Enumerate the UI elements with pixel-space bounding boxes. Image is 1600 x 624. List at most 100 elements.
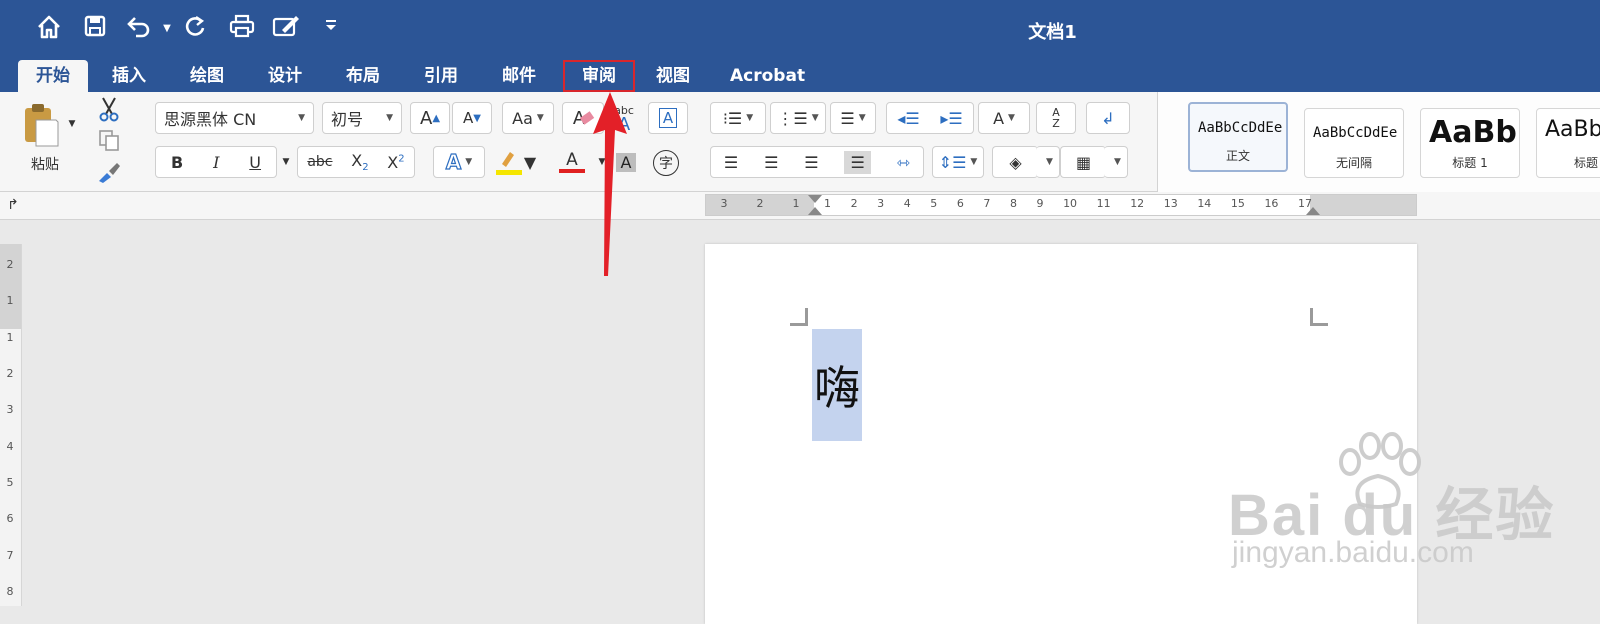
style-sample: AaBb( [1429,115,1519,150]
ruler-number: 5 [930,197,938,210]
selected-text[interactable]: 嗨 [812,329,862,441]
multilevel-list-button[interactable]: ☰ ▼ [830,102,876,134]
multilevel-list-icon: ☰ [840,108,855,128]
style-heading-1[interactable]: AaBb( 标题 1 [1420,108,1520,178]
line-spacing-icon: ⇕☰ [938,152,967,172]
sort-button[interactable]: AZ [1036,102,1076,134]
style-title[interactable]: AaBb 标题 [1536,108,1600,178]
shrink-font-icon: A [463,109,474,127]
subscript-button[interactable]: X2 [351,151,368,173]
bold-button[interactable]: B [171,153,183,172]
justify-icon[interactable]: ☰ [844,150,871,174]
strikethrough-button[interactable]: abc [307,154,332,170]
tab-home[interactable]: 开始 [18,60,88,92]
paw-icon [1339,432,1421,509]
style-normal[interactable]: AaBbCcDdEe 正文 [1188,102,1288,172]
borders-dropdown-icon[interactable]: ▼ [1104,146,1128,178]
paste-label[interactable]: 粘贴 [20,154,70,174]
chevron-down-icon: ▼ [386,113,393,123]
paste-dropdown-icon[interactable]: ▼ [64,116,80,132]
style-name: 标题 1 [1452,156,1488,170]
vertical-ruler-number: 3 [6,403,14,417]
text-direction-button[interactable]: A ▼ [978,102,1030,134]
line-spacing-button[interactable]: ⇕☰ ▼ [932,146,984,178]
tab-insert[interactable]: 插入 [96,60,162,92]
font-name-value: 思源黑体 CN [164,110,257,129]
font-size-select[interactable]: 初号 ▼ [322,102,402,134]
tab-acrobat[interactable]: Acrobat [716,60,816,92]
horizontal-ruler-bar: ↱ 321 1 2 3 4 5 6 7 8 9 10 11 12 13 14 15 16 17 [0,192,1600,220]
align-right-icon[interactable]: ☰ [804,153,818,172]
vertical-ruler-number: 2 [6,366,14,380]
text-effects-button[interactable]: A ▼ [433,146,485,178]
paragraph-mark-icon: ↲ [1101,108,1115,128]
ruler-right-numbers: 1 2 3 4 5 6 7 8 9 10 11 12 13 14 15 16 17 [824,197,1312,211]
ruler-number: 1 [792,197,800,210]
numbering-button[interactable]: ⋮☰ ▼ [770,102,826,134]
ruler-number: 8 [1009,197,1017,210]
italic-button[interactable]: I [213,153,219,172]
text-effects-icon: A [445,149,462,174]
character-border-icon: A [658,108,678,128]
alignment-group: ☰ ☰ ☰ ☰ ⇿ [710,146,924,178]
highlight-color-button[interactable]: ▼ [490,146,540,178]
underline-dropdown-icon[interactable]: ▼ [279,154,293,170]
shading-dropdown-icon[interactable]: ▼ [1036,146,1060,178]
tab-layout[interactable]: 布局 [330,60,396,92]
copy-icon[interactable] [96,128,122,152]
ruler-number: 11 [1096,197,1111,210]
underline-button[interactable]: U [249,153,261,172]
ruler-number: 13 [1163,197,1178,210]
borders-button[interactable]: ▦ [1060,146,1106,178]
decrease-indent-icon[interactable]: ◂☰ [897,109,919,128]
title-bar: ▼ 文档1 [0,0,1600,60]
enclose-characters-button[interactable]: 字 [650,148,682,178]
grow-font-button[interactable]: A ▲ [410,102,450,134]
style-no-spacing[interactable]: AaBbCcDdEe 无间隔 [1304,108,1404,178]
tab-view[interactable]: 视图 [640,60,706,92]
increase-indent-icon[interactable]: ▸☰ [940,109,962,128]
ruler-number: 12 [1130,197,1145,210]
subscript-x: X [351,150,363,170]
indent-group: ◂☰ ▸☰ [886,102,974,134]
tab-selector-icon[interactable]: ↱ [4,196,22,214]
superscript-x: X [387,152,399,172]
vertical-ruler-number: 5 [6,475,14,489]
align-center-icon[interactable]: ☰ [764,153,778,172]
vertical-ruler[interactable]: 2 1 1 2 3 4 5 6 7 8 [0,244,22,606]
format-painter-icon[interactable] [96,160,122,184]
vertical-ruler-number: 8 [6,584,14,598]
show-formatting-button[interactable]: ↲ [1086,102,1130,134]
ribbon-home: ▼ 粘贴 思源黑体 CN▼ 初号▼ A▲ A▼ Aa▼ A abcA A B I… [0,92,1600,192]
ruler-number: 6 [956,197,964,210]
tab-draw[interactable]: 绘图 [174,60,240,92]
change-case-button[interactable]: Aa ▼ [502,102,554,134]
bullets-button[interactable]: ⁝☰ ▼ [710,102,766,134]
first-line-indent-marker[interactable] [808,195,822,203]
vertical-ruler-number: 4 [6,439,14,453]
tab-references[interactable]: 引用 [408,60,474,92]
vertical-ruler-numbers: 2 1 1 2 3 4 5 6 7 8 [2,258,18,598]
change-case-icon: Aa [512,108,533,128]
font-color-icon: A [566,150,578,170]
tab-mailings[interactable]: 邮件 [486,60,552,92]
align-left-icon[interactable]: ☰ [724,153,738,172]
shrink-font-button[interactable]: A ▼ [452,102,492,134]
superscript-button[interactable]: X2 [387,153,404,172]
hanging-indent-marker[interactable] [808,207,822,215]
tab-design[interactable]: 设计 [252,60,318,92]
cut-icon[interactable] [96,96,122,122]
character-border-button[interactable]: A [648,102,688,134]
horizontal-ruler[interactable]: 321 1 2 3 4 5 6 7 8 9 10 11 12 13 14 15 16 17 [705,194,1417,216]
paste-icon[interactable] [20,102,62,148]
distributed-icon[interactable]: ⇿ [897,153,910,172]
styles-gallery: AaBbCcDdEe 正文 AaBbCcDdEe 无间隔 AaBb( 标题 1 … [1157,92,1600,192]
vertical-ruler-number: 2 [6,258,14,271]
ruler-number: 14 [1197,197,1212,210]
font-name-select[interactable]: 思源黑体 CN ▼ [155,102,314,134]
vertical-ruler-number: 1 [6,330,14,344]
ruler-number: 15 [1230,197,1245,210]
ruler-number: 16 [1264,197,1279,210]
right-indent-marker[interactable] [1306,207,1320,215]
shading-button[interactable]: ◈ [992,146,1038,178]
